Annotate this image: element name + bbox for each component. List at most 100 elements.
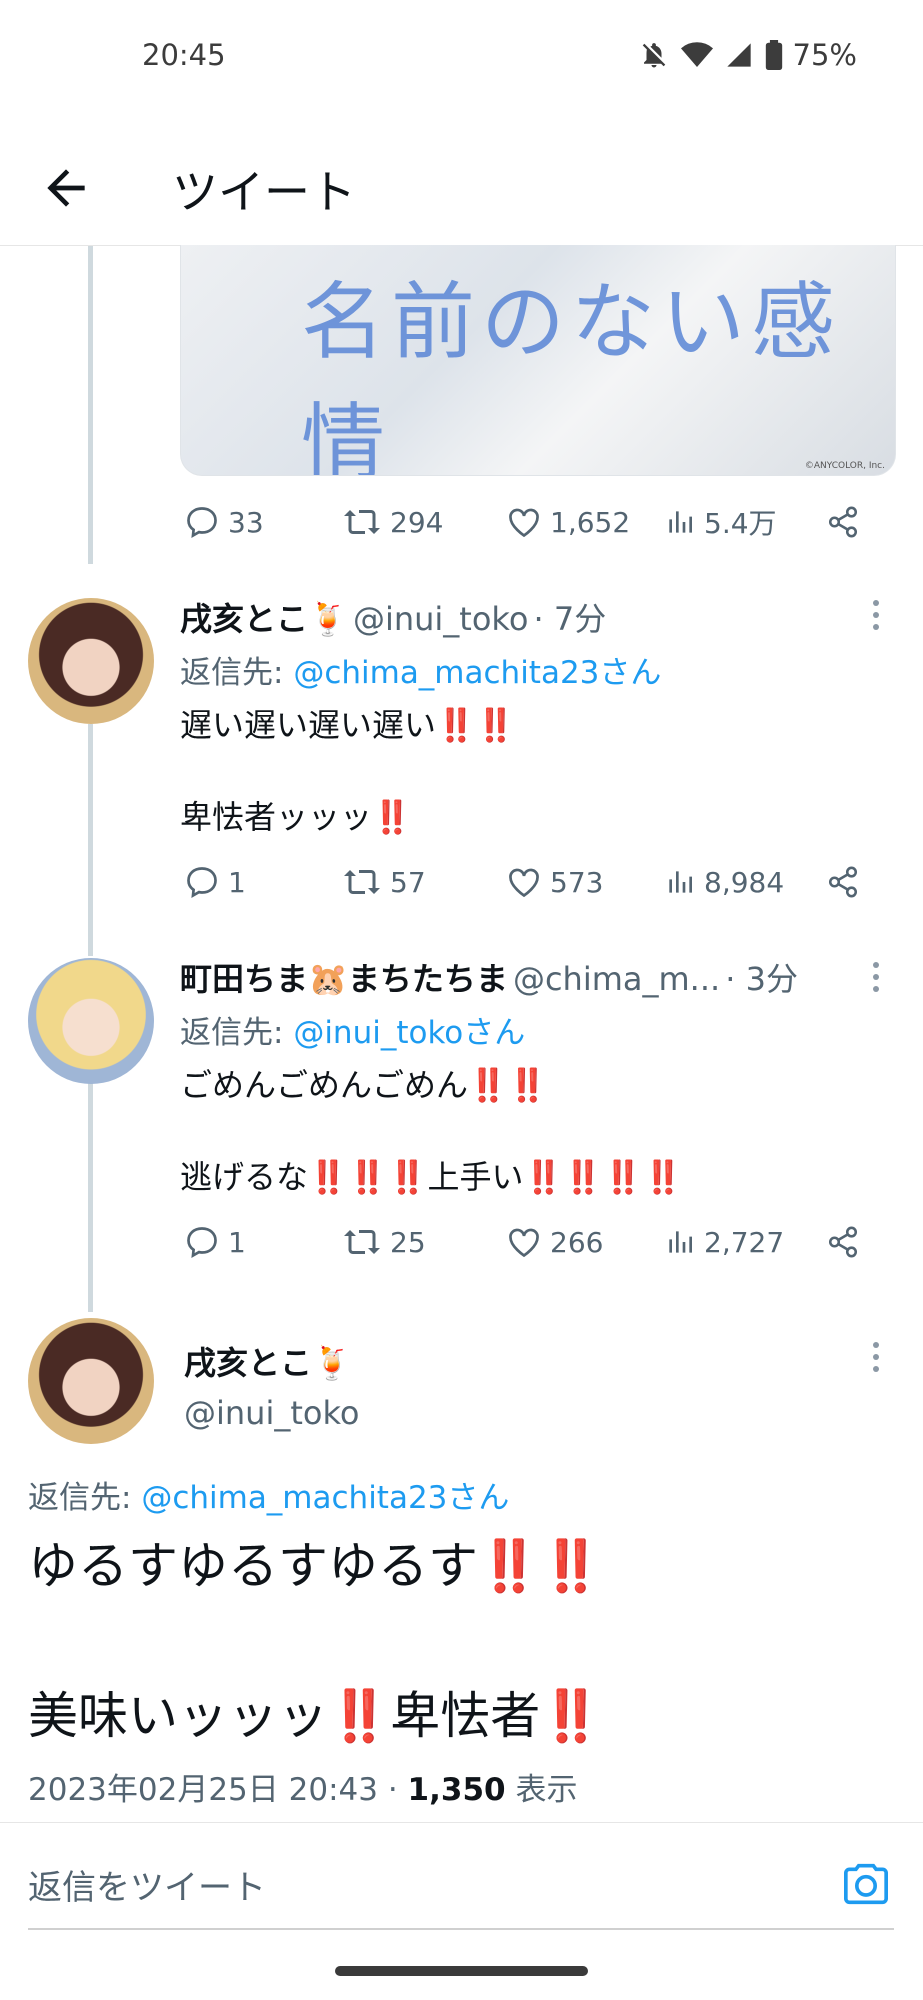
- like-count: 1,652: [550, 505, 631, 539]
- reply-count: 1: [228, 1225, 246, 1259]
- share-icon: [828, 866, 858, 898]
- double-exclamation-emoji: ‼️: [328, 1687, 391, 1745]
- heart-icon: [509, 868, 539, 898]
- wifi-icon: [680, 42, 713, 67]
- analytics-icon: [669, 871, 692, 893]
- status-time: 20:45: [142, 38, 226, 72]
- composer-underline: [28, 1928, 894, 1930]
- reply-icon: [187, 867, 217, 898]
- share-button[interactable]: [826, 865, 860, 899]
- media-title-text: 名前のない感情: [301, 273, 842, 476]
- like-count: 266: [550, 1225, 604, 1259]
- tweet-text: 卑怯者ッッッ: [180, 798, 373, 836]
- camera-icon[interactable]: [842, 1862, 890, 1906]
- tweet-actions: 33 294 1,652 5.4万: [184, 502, 884, 542]
- reply-to: 返信先: @chima_machita23さん: [180, 647, 661, 692]
- user-handle[interactable]: @inui_toko: [184, 1394, 359, 1432]
- reply-to-label: 返信先:: [180, 655, 294, 691]
- battery-percent: 75%: [792, 38, 857, 72]
- more-options-icon[interactable]: [871, 600, 881, 630]
- retweet-count: 57: [390, 865, 426, 899]
- battery-icon: [765, 40, 782, 70]
- reply-button[interactable]: 33: [184, 504, 264, 540]
- reply-composer-input[interactable]: 返信をツイート: [28, 1860, 266, 1909]
- display-name[interactable]: 戌亥とこ🍹: [184, 1338, 352, 1384]
- avatar[interactable]: [28, 958, 154, 1084]
- avatar[interactable]: [28, 1318, 154, 1444]
- analytics-icon: [669, 511, 692, 533]
- reply-to: 返信先: @inui_tokoさん: [180, 1007, 525, 1052]
- avatar[interactable]: [28, 598, 154, 724]
- tweet-header: 町田ちま🐹まちたちま @chima_m... · 3分: [180, 954, 798, 1000]
- retweet-icon: [344, 1230, 380, 1254]
- tweet-text: ごめんごめんごめん: [180, 1066, 469, 1104]
- heart-icon: [509, 508, 539, 538]
- thread-line: [88, 1082, 93, 1312]
- reply-icon: [187, 1227, 217, 1258]
- tweet-text: ゆるすゆるすゆるす: [28, 1537, 478, 1595]
- reply-count: 33: [228, 505, 264, 539]
- reply-to-label: 返信先:: [180, 1015, 294, 1051]
- share-icon: [828, 506, 858, 538]
- divider: [0, 1822, 923, 1823]
- cellular-signal-icon: [726, 43, 751, 67]
- tweet-media-image[interactable]: 名前のない感情 ©ANYCOLOR, Inc.: [180, 245, 896, 476]
- tweet-text-line: 逃げるな‼️‼️‼️上手い‼️‼️‼️‼️: [180, 1152, 683, 1198]
- display-name[interactable]: 町田ちま🐹まちたちま: [180, 960, 508, 998]
- tweet-meta: 2023年02月25日 20:43 · 1,350 表示: [28, 1764, 577, 1809]
- view-count: 1,350: [407, 1772, 506, 1808]
- retweet-icon: [344, 870, 380, 894]
- tweet-text-line: 卑怯者ッッッ‼️: [180, 792, 412, 838]
- retweet-button[interactable]: 294: [342, 504, 443, 540]
- like-button[interactable]: 266: [506, 1224, 603, 1260]
- home-indicator[interactable]: [335, 1966, 588, 1976]
- status-icons: 75%: [639, 38, 857, 72]
- view-count: 8,984: [704, 865, 785, 899]
- retweet-button[interactable]: 57: [342, 864, 426, 900]
- like-count: 573: [550, 865, 604, 899]
- reply-button[interactable]: 1: [184, 864, 246, 900]
- analytics-icon: [669, 1231, 692, 1253]
- share-button[interactable]: [826, 1225, 860, 1259]
- thread-line: [88, 246, 93, 564]
- reply-mention-link[interactable]: @chima_machita23さん: [141, 1480, 509, 1516]
- like-button[interactable]: 573: [506, 864, 603, 900]
- back-arrow-icon[interactable]: [38, 160, 94, 216]
- share-button[interactable]: [826, 505, 860, 539]
- heart-icon: [509, 1228, 539, 1258]
- view-count: 5.4万: [704, 507, 777, 540]
- view-count: 2,727: [704, 1225, 785, 1259]
- tweet-text: 上手い: [427, 1158, 524, 1196]
- display-name[interactable]: 戌亥とこ🍹: [180, 600, 348, 638]
- tweet-time: · 3分: [725, 960, 798, 998]
- page-title: ツイート: [172, 165, 356, 219]
- tweet-timestamp: 2023年02月25日 20:43 ·: [28, 1772, 408, 1808]
- reply-button[interactable]: 1: [184, 1224, 246, 1260]
- more-options-icon[interactable]: [871, 1342, 881, 1372]
- tweet-text: 遅い遅い遅い遅い: [180, 706, 437, 744]
- tweet-text: 逃げるな: [180, 1158, 309, 1196]
- retweet-button[interactable]: 25: [342, 1224, 426, 1260]
- reply-to-label: 返信先:: [28, 1480, 142, 1516]
- view-label: 表示: [505, 1772, 578, 1808]
- user-handle[interactable]: @inui_toko: [353, 600, 528, 638]
- tweet-actions: 1 25 266 2,727: [184, 1222, 884, 1262]
- tweet-text: 美味いッッッ: [28, 1687, 328, 1745]
- reply-mention-link[interactable]: @inui_tokoさん: [293, 1015, 525, 1051]
- reply-mention-link[interactable]: @chima_machita23さん: [293, 655, 661, 691]
- double-exclamation-emoji: ‼️: [372, 798, 412, 836]
- double-exclamation-emoji: ‼️: [540, 1687, 603, 1745]
- tweet-text-line: 遅い遅い遅い遅い‼️‼️: [180, 700, 516, 746]
- views-button[interactable]: 2,727: [664, 1226, 784, 1259]
- retweet-count: 25: [390, 1225, 426, 1259]
- tweet-text-line: ゆるすゆるすゆるす‼️‼️: [28, 1526, 603, 1598]
- reply-to: 返信先: @chima_machita23さん: [28, 1472, 509, 1517]
- views-button[interactable]: 5.4万: [664, 502, 777, 542]
- retweet-icon: [344, 510, 380, 534]
- user-handle[interactable]: @chima_m...: [513, 960, 720, 998]
- tweet-text-line: 美味いッッッ‼️卑怯者‼️: [28, 1676, 603, 1748]
- more-options-icon[interactable]: [871, 962, 881, 992]
- tweet-actions: 1 57 573 8,984: [184, 862, 884, 902]
- views-button[interactable]: 8,984: [664, 866, 784, 899]
- like-button[interactable]: 1,652: [506, 504, 630, 540]
